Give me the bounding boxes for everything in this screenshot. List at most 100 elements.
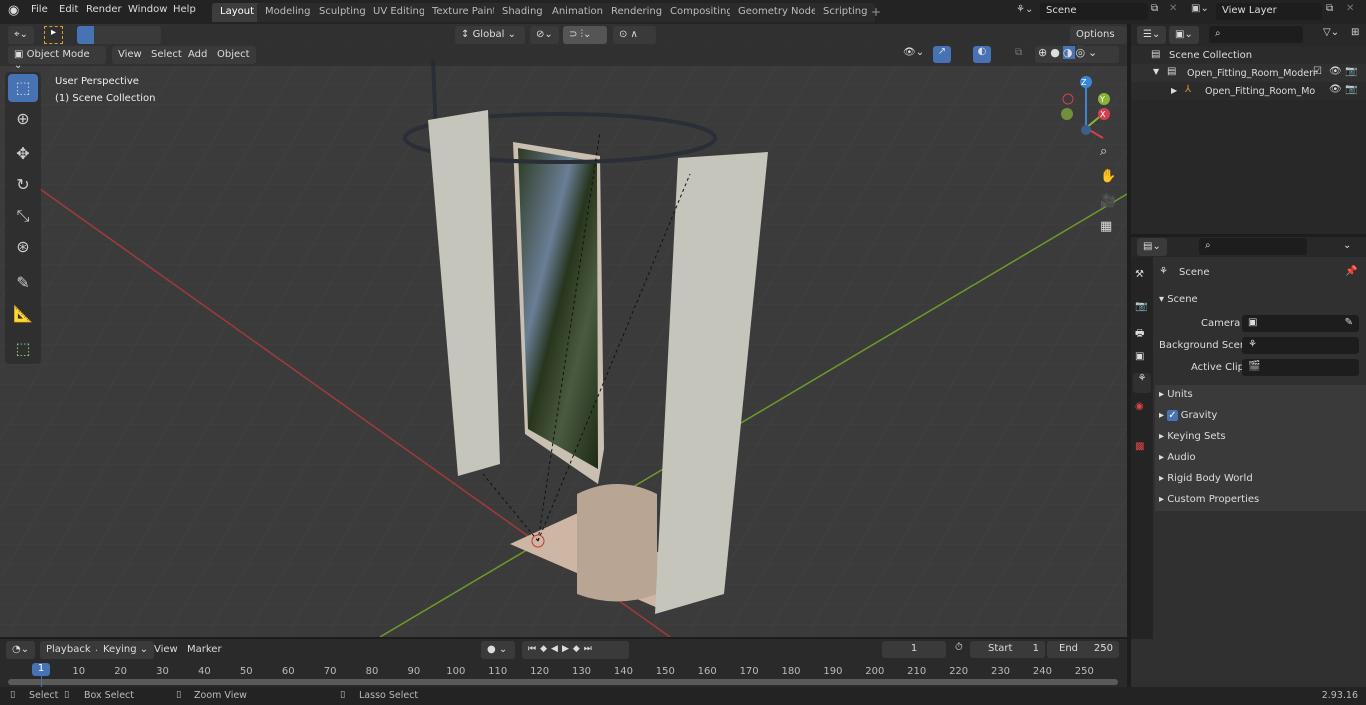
expand-icon[interactable]: ▼ [1153, 67, 1159, 76]
3d-viewport[interactable]: Z Y X ⌕ ✋ 🎥 ▦ ⌖⌄ ▸ ↕ Global ⌄ ⊘⌄ ⊃ ⫶⌄ ⊙ … [0, 24, 1127, 637]
annotate-tool-icon[interactable]: ✎ [8, 269, 38, 297]
tab-animation[interactable]: Animation [544, 3, 611, 22]
display-mode-icon[interactable]: ▣⌄ [1169, 26, 1199, 44]
outliner-row-collection[interactable]: ▼ ▤ Open_Fitting_Room_Modern_ ☑ 👁 📷 [1131, 64, 1366, 82]
proportional-edit-icon[interactable]: ⊙ ∧ [613, 26, 656, 44]
world-tab-icon[interactable]: ◉ [1135, 401, 1144, 412]
gizmo-toggle-icon[interactable]: ↗ [933, 46, 951, 63]
gravity-checkbox[interactable]: ✓ [1167, 410, 1178, 421]
exclude-checkbox[interactable]: ☑ [1313, 66, 1322, 77]
menu-window[interactable]: Window [128, 4, 167, 15]
render-camera-icon[interactable]: 📷 [1345, 84, 1357, 95]
rotate-tool-icon[interactable]: ↻ [8, 171, 38, 199]
add-cube-tool-icon[interactable]: ⬚ [8, 335, 38, 363]
new-scene-icon[interactable]: ⧉ [1151, 3, 1158, 14]
selection-mode-buttons[interactable] [77, 26, 161, 44]
properties-editor-type-icon[interactable]: ▤⌄ [1137, 238, 1167, 256]
tab-scripting[interactable]: Scripting [815, 3, 876, 22]
editor-type-icon[interactable]: ⌖⌄ [8, 26, 35, 44]
keying-menu[interactable]: Keying ⌄ [97, 641, 155, 659]
select-tool-icon[interactable]: ⬚ [8, 74, 38, 102]
playhead[interactable]: 1 [32, 663, 50, 676]
output-tab-icon[interactable]: 🖶 [1135, 326, 1144, 343]
measure-tool-icon[interactable]: 📐 [8, 300, 38, 328]
background-scene-field[interactable]: ⚘ [1242, 337, 1359, 354]
move-tool-icon[interactable]: ✥ [8, 140, 38, 168]
menu-add[interactable]: Add [182, 46, 214, 64]
xray-icon[interactable]: ⧉ [1015, 47, 1022, 58]
orthographic-grid-icon[interactable]: ▦ [1100, 219, 1112, 234]
tab-rendering[interactable]: Rendering [603, 3, 671, 22]
panel-units[interactable]: ▸ Units [1155, 385, 1366, 406]
start-frame-field[interactable]: Start 1 [970, 641, 1045, 658]
tab-shading[interactable]: Shading [494, 3, 551, 22]
scene-panel-header[interactable]: ▾ Scene [1159, 294, 1198, 305]
camera-view-icon[interactable]: 🎥 [1100, 194, 1116, 209]
camera-field[interactable]: ▣ ✎ [1242, 315, 1359, 332]
mode-dropdown[interactable]: ▣ Object Mode ⌄ [8, 46, 106, 71]
menu-view[interactable]: View [112, 46, 148, 64]
blender-logo-icon[interactable]: ◉ [8, 3, 19, 18]
auto-keying-icon[interactable]: ● ⌄ [481, 641, 515, 659]
eye-icon[interactable]: 👁 [1329, 84, 1342, 95]
delete-scene-icon[interactable]: ✕ [1169, 3, 1177, 14]
marker-menu[interactable]: Marker [187, 644, 222, 655]
outliner-row-scene-collection[interactable]: ▤ Scene Collection [1131, 46, 1366, 64]
properties-options-icon[interactable]: ⌄ [1343, 240, 1351, 251]
cursor-tool-icon[interactable]: ⊕ [8, 105, 38, 133]
scene-field[interactable]: Scene [1040, 3, 1148, 20]
zoom-icon[interactable]: ⌕ [1100, 144, 1107, 159]
menu-edit[interactable]: Edit [59, 4, 78, 15]
tab-compositing[interactable]: Compositing [662, 3, 741, 22]
transform-orientation-dropdown[interactable]: ↕ Global ⌄ [455, 26, 525, 44]
panel-custom-properties[interactable]: ▸ Custom Properties [1155, 490, 1366, 511]
render-camera-icon[interactable]: 📷 [1345, 66, 1357, 77]
timeline-view-menu[interactable]: View [154, 644, 178, 655]
tab-modeling[interactable]: Modeling [257, 3, 319, 22]
add-workspace-icon[interactable]: + [871, 5, 881, 19]
tool-tab-icon[interactable]: ⚒ [1135, 269, 1144, 280]
active-clip-field[interactable]: 🎬 [1242, 359, 1359, 376]
scene-tab-icon[interactable]: ⚘ [1133, 373, 1151, 393]
panel-gravity[interactable]: ▸ ✓ Gravity [1155, 406, 1366, 427]
new-collection-icon[interactable]: ⊞ [1351, 27, 1359, 38]
panel-audio[interactable]: ▸ Audio [1155, 448, 1366, 469]
pan-hand-icon[interactable]: ✋ [1100, 169, 1116, 184]
timeline-editor-type-icon[interactable]: ◔⌄ [6, 641, 36, 659]
timeline-scrollbar[interactable] [8, 679, 1118, 685]
shading-mode-buttons[interactable]: ⊕●◑◎⌄ [1035, 46, 1119, 63]
visibility-icon[interactable]: 👁⌄ [903, 47, 924, 58]
view-layer-tab-icon[interactable]: ▣ [1135, 351, 1144, 362]
menu-help[interactable]: Help [173, 4, 196, 15]
render-tab-icon[interactable]: 📷 [1135, 301, 1147, 312]
overlay-toggle-icon[interactable]: ◐ [973, 46, 991, 63]
stopwatch-icon[interactable]: ⏱ [955, 642, 963, 653]
menu-object[interactable]: Object [211, 46, 256, 64]
panel-keying-sets[interactable]: ▸ Keying Sets [1155, 427, 1366, 448]
view-layer-field[interactable]: View Layer [1216, 3, 1322, 20]
options-dropdown[interactable]: Options ⌄ [1070, 26, 1127, 51]
pivot-icon[interactable]: ⊘⌄ [530, 26, 559, 44]
end-frame-field[interactable]: End 250 [1047, 641, 1119, 658]
tweak-tool-icon[interactable]: ▸ [44, 26, 63, 44]
menu-file[interactable]: File [31, 4, 48, 15]
transform-tool-icon[interactable]: ⊛ [8, 233, 38, 261]
view-layer-icon[interactable]: ▣⌄ [1191, 3, 1209, 14]
eye-icon[interactable]: 👁 [1329, 66, 1342, 77]
panel-rigid-body-world[interactable]: ▸ Rigid Body World [1155, 469, 1366, 490]
texture-tab-icon[interactable]: ▩ [1135, 441, 1144, 452]
new-view-layer-icon[interactable]: ⧉ [1326, 3, 1333, 14]
current-frame-field[interactable]: 1 [882, 641, 946, 658]
scene-icon[interactable]: ⚘⌄ [1016, 4, 1033, 15]
delete-view-layer-icon[interactable]: ✕ [1346, 3, 1354, 14]
playback-controls[interactable]: ⏮◆◀▶◆⏭ [522, 641, 629, 659]
menu-render[interactable]: Render [86, 4, 122, 15]
tab-layout[interactable]: Layout [212, 3, 262, 22]
snap-icon[interactable]: ⊃ ⫶⌄ [563, 26, 607, 44]
tab-texture-paint[interactable]: Texture Paint [424, 3, 505, 22]
properties-search-input[interactable]: ⌕ [1199, 238, 1307, 255]
filter-icon[interactable]: ▽⌄ [1323, 27, 1339, 38]
outliner-search-input[interactable]: ⌕ [1209, 26, 1303, 43]
tab-uv-editing[interactable]: UV Editing [365, 3, 434, 22]
scale-tool-icon[interactable]: ⤡ [8, 202, 38, 230]
